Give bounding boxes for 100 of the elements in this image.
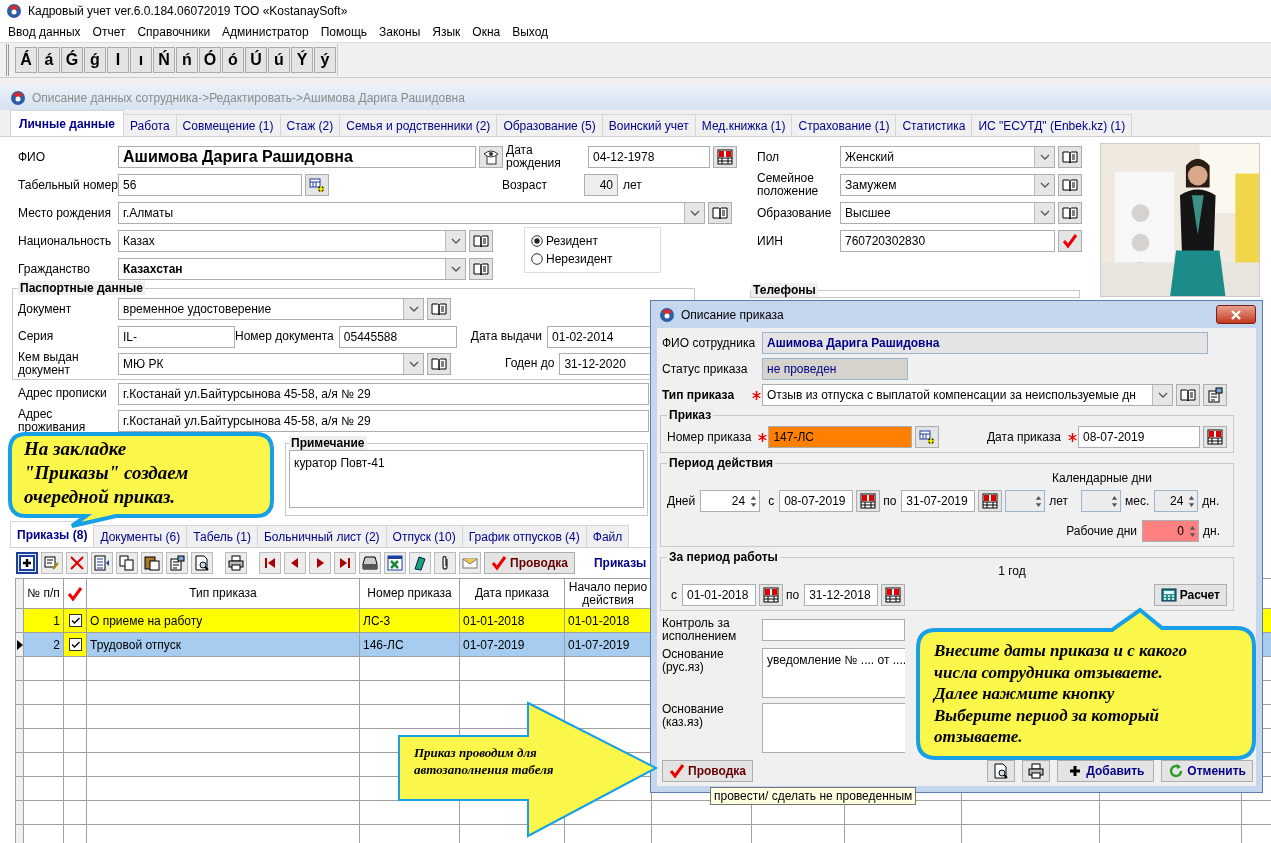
letter-key[interactable]: ý (314, 47, 336, 73)
number-field[interactable]: 56 (118, 174, 302, 196)
note-field[interactable]: куратор Повт-41 (289, 450, 644, 508)
menu-item[interactable]: Справочники (131, 25, 217, 39)
menu-item[interactable]: Язык (426, 25, 467, 39)
date-field[interactable]: 08-07-2019 (779, 490, 854, 512)
letter-key[interactable]: Ý (291, 47, 313, 73)
letter-key[interactable]: Ń (153, 47, 175, 73)
tab[interactable]: Личные данные (10, 110, 124, 136)
directory-button[interactable] (1058, 146, 1082, 168)
date-field[interactable]: 31-07-2019 (901, 490, 976, 512)
menu-item[interactable]: Отчет (86, 25, 132, 39)
directory-button[interactable] (1058, 174, 1082, 196)
order-number-field[interactable]: 147-ЛС (768, 426, 913, 448)
letter-key[interactable]: ı (130, 47, 152, 73)
menu-item[interactable]: Помощь (314, 25, 374, 39)
radio-label[interactable]: Нерезидент (546, 252, 613, 266)
tab[interactable]: Стаж (2) (279, 114, 341, 136)
tab[interactable]: Отпуск (10) (385, 525, 463, 547)
tab[interactable]: Мед.книжка (1) (694, 114, 793, 136)
close-button[interactable] (1216, 305, 1256, 324)
calendar-button[interactable] (713, 146, 737, 168)
letter-key[interactable]: ó (222, 47, 244, 73)
menu-item[interactable]: Выход (506, 25, 555, 39)
calculate-button[interactable]: Расчет (1153, 584, 1227, 606)
citizenship-dropdown[interactable]: Казахстан (118, 258, 466, 280)
preview-button[interactable] (987, 760, 1016, 782)
validate-button[interactable] (1058, 230, 1082, 252)
control-field[interactable] (762, 619, 905, 641)
toolbar-button[interactable] (141, 552, 163, 574)
letter-key[interactable]: Á (15, 47, 37, 73)
letter-key[interactable]: ń (176, 47, 198, 73)
toolbar-button[interactable] (166, 552, 188, 574)
date-field[interactable]: 04-12-1978 (588, 146, 710, 168)
employee-field[interactable]: Ашимова Дарига Рашидовна (762, 332, 1208, 354)
directory-button[interactable] (1176, 384, 1200, 406)
tab[interactable]: ИС "ЕСУТД" (Enbek.kz) (1) (971, 114, 1133, 136)
nationality-dropdown[interactable]: Казах (118, 230, 466, 252)
days-spinbox[interactable]: 0 (1142, 520, 1200, 542)
status-field[interactable]: не проведен (762, 358, 908, 380)
toolbar-button[interactable] (384, 552, 406, 574)
date-field[interactable]: 01-01-2018 (682, 584, 756, 606)
letter-key[interactable]: Ó (199, 47, 221, 73)
tab[interactable]: График отпусков (4) (461, 525, 587, 547)
gender-dropdown[interactable]: Женский (840, 146, 1055, 168)
letter-key[interactable]: ú (268, 47, 290, 73)
letter-key[interactable]: Ú (245, 47, 267, 73)
calendar-button[interactable] (856, 490, 881, 512)
address-field[interactable]: г.Костанай ул.Байтурсынова 45-58, а/я № 29 (118, 409, 649, 432)
calendar-button[interactable] (1203, 426, 1227, 448)
toolbar-button[interactable] (16, 552, 38, 574)
date-field[interactable]: 31-12-2018 (804, 584, 879, 606)
post-button[interactable]: Проводка (484, 552, 575, 574)
tab[interactable]: Совмещение (1) (175, 114, 281, 136)
tab[interactable]: Документы (6) (93, 525, 188, 547)
name-field[interactable]: Ашимова Дарига Рашидовна (118, 146, 476, 168)
toolbar-button[interactable] (309, 552, 331, 574)
marital-status-dropdown[interactable]: Замужем (840, 174, 1055, 196)
directory-button[interactable] (427, 352, 451, 375)
birthplace-dropdown[interactable]: г.Алматы (118, 202, 705, 224)
directory-button[interactable] (708, 202, 732, 224)
date-field[interactable]: 08-07-2019 (1078, 426, 1200, 448)
letter-key[interactable]: ǵ (84, 47, 106, 73)
toolbar-button[interactable] (116, 552, 138, 574)
days-spinbox[interactable]: 24 (700, 490, 761, 512)
tab[interactable]: Образование (5) (496, 114, 603, 136)
education-dropdown[interactable]: Высшее (840, 202, 1055, 224)
add-number-button[interactable] (305, 174, 329, 196)
tab[interactable]: Семья и родственники (2) (339, 114, 498, 136)
tab[interactable]: Приказы (8) (10, 521, 95, 547)
letter-key[interactable]: I (107, 47, 129, 73)
radio-label[interactable]: Резидент (546, 234, 598, 248)
order-type-dropdown[interactable]: Отзыв из отпуска с выплатой компенсации за неиспользуемые дн (762, 384, 1173, 406)
toolbar-button[interactable] (359, 552, 381, 574)
view-button[interactable] (479, 146, 503, 168)
age-field[interactable]: 40 (584, 174, 618, 196)
days-spinbox[interactable]: 24 (1154, 490, 1199, 512)
tab[interactable]: Табель (1) (186, 525, 258, 547)
radio-button-icon[interactable] (531, 253, 543, 265)
checkbox[interactable] (68, 614, 82, 627)
document-dropdown[interactable]: временное удостоверение (118, 298, 424, 320)
series-field[interactable]: IL- (118, 325, 235, 348)
letter-key[interactable]: Ǵ (61, 47, 83, 73)
menu-item[interactable]: Окна (466, 25, 507, 39)
calendar-button[interactable] (978, 490, 1003, 512)
toolbar-button[interactable] (334, 552, 356, 574)
toolbar-button[interactable] (259, 552, 281, 574)
tab[interactable]: Воинский учет (601, 114, 696, 136)
tab[interactable]: Больничный лист (2) (256, 525, 387, 547)
toolbar-button[interactable] (434, 552, 456, 574)
basis-field[interactable]: уведомление № .... от .... (762, 648, 905, 698)
radio-button-icon[interactable] (531, 235, 543, 247)
toolbar-button[interactable] (225, 552, 247, 574)
directory-button[interactable] (469, 258, 493, 280)
menu-item[interactable]: Администратор (216, 25, 315, 39)
iin-field[interactable]: 760720302830 (840, 230, 1055, 252)
issuer-dropdown[interactable]: МЮ РК (118, 352, 424, 375)
directory-button[interactable] (469, 230, 493, 252)
toolbar-button[interactable] (284, 552, 306, 574)
menu-item[interactable]: Законы (373, 25, 427, 39)
